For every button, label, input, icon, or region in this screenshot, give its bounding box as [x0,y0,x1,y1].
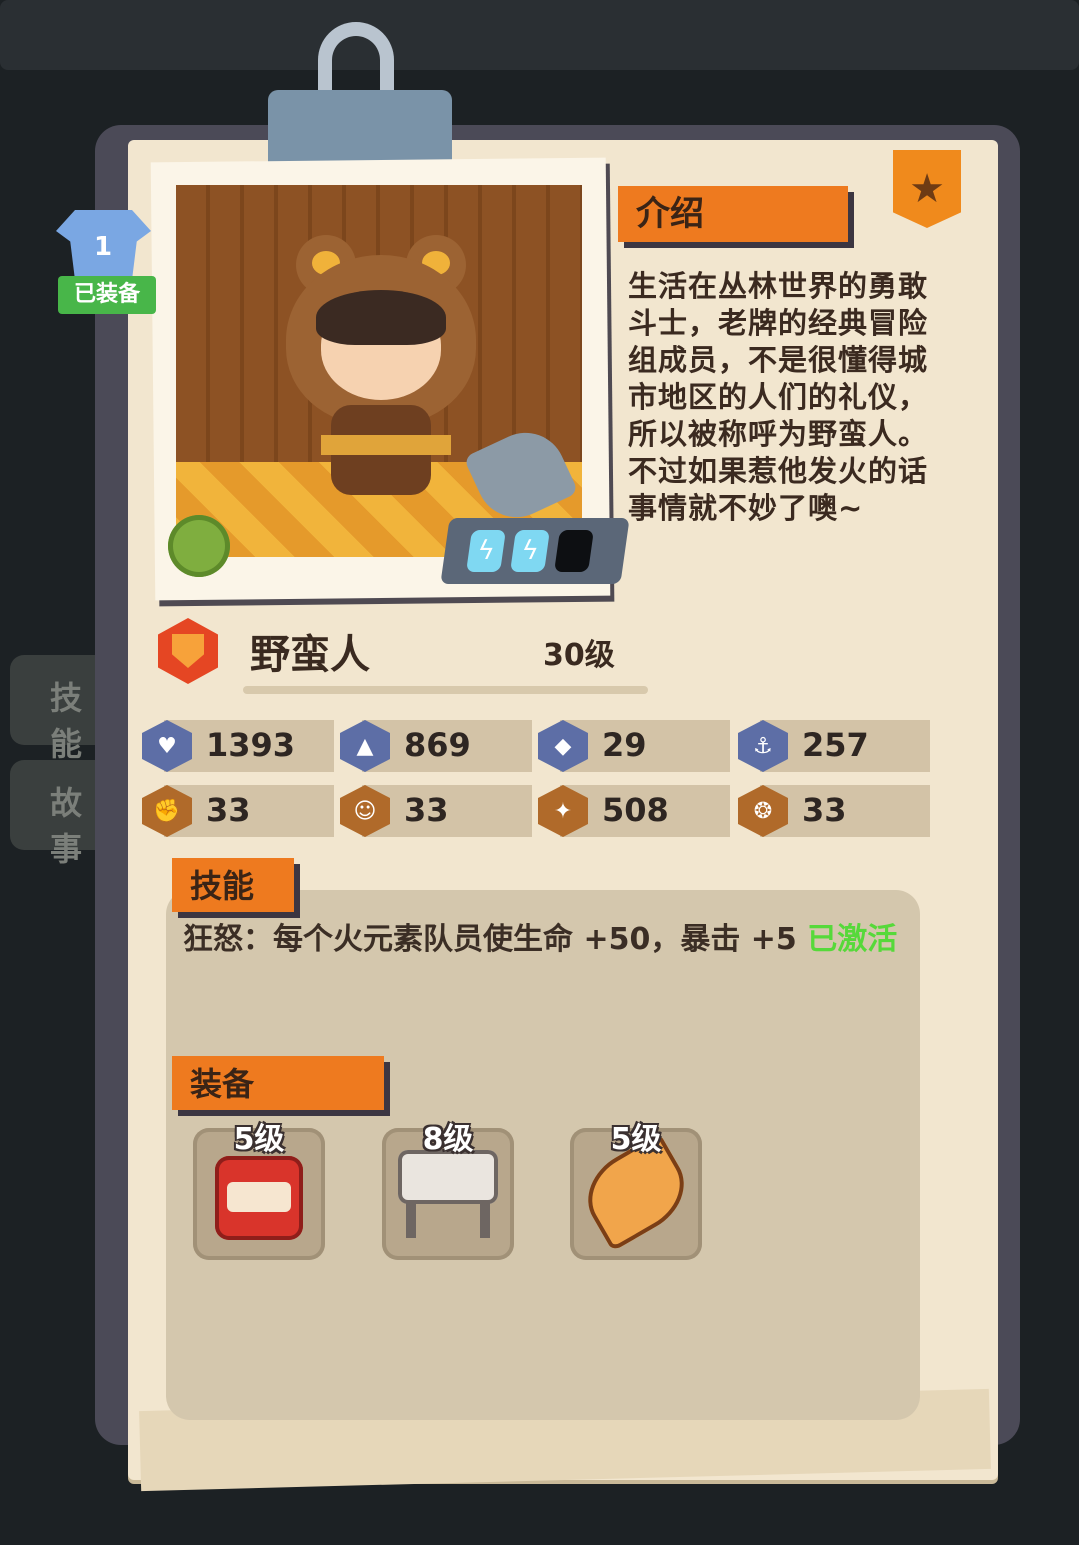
stat-value: 869 [404,726,471,764]
skill-title: 技能 [172,858,294,912]
hero-portrait [176,185,582,557]
stat-value: 33 [802,791,847,829]
equipment-level: 5级 [610,1122,662,1157]
hero-name: 野蛮人 [250,632,370,678]
stat-attack: ▲ 869 [340,720,532,772]
stat-value: 508 [602,791,669,829]
skill-text: 狂怒：每个火元素队员使生命 +50，暴击 +5 [183,922,808,957]
stat-value: 257 [802,726,869,764]
stat-value: 33 [404,791,449,829]
energy-bolt-icon: ϟ [510,530,550,572]
stat-value: 29 [602,726,647,764]
element-badge-icon [168,515,230,577]
stat-value: 33 [206,791,251,829]
background-shelf [0,0,1079,70]
stat-defense: ◆ 29 [538,720,730,772]
equipment-slot-3[interactable]: 5级 [570,1122,702,1260]
equipment-level: 5级 [233,1122,285,1157]
stat-smile: ☺ 33 [340,785,532,837]
stat-intellect: ❂ 33 [738,785,930,837]
skill-description: 狂怒：每个火元素队员使生命 +50，暴击 +5 已激活 [183,918,923,962]
jam-jar-icon [215,1156,303,1240]
equipment-slot-1[interactable]: 5级 [193,1122,325,1260]
equipment-level: 8级 [422,1122,474,1157]
energy-indicator: ϟ ϟ [440,518,630,584]
stat-fist: ✊ 33 [142,785,334,837]
equipment-title: 装备 [172,1056,384,1110]
equipped-badge[interactable]: 1 已装备 [48,210,156,314]
stat-anchor: ⚓ 257 [738,720,930,772]
stool-icon [398,1150,498,1204]
shirt-icon: 1 [56,210,151,280]
energy-empty-icon [554,530,594,572]
stat-strength: ✦ 508 [538,785,730,837]
stat-value: 1393 [206,726,296,764]
stat-hp: ♥ 1393 [142,720,334,772]
name-underline [243,686,648,694]
hero-level: 30级 [543,638,615,673]
intro-text: 生活在丛林世界的勇敢斗士，老牌的经典冒险组成员，不是很懂得城市地区的人们的礼仪，… [628,269,929,525]
favorite-star-icon[interactable]: ★ [893,150,961,228]
energy-bolt-icon: ϟ [466,530,506,572]
skill-status: 已激活 [807,922,898,957]
equipment-slot-2[interactable]: 8级 [382,1122,514,1260]
equipped-label: 已装备 [58,276,156,314]
barbarian-figure [286,235,476,495]
intro-title: 介绍 [618,186,848,242]
